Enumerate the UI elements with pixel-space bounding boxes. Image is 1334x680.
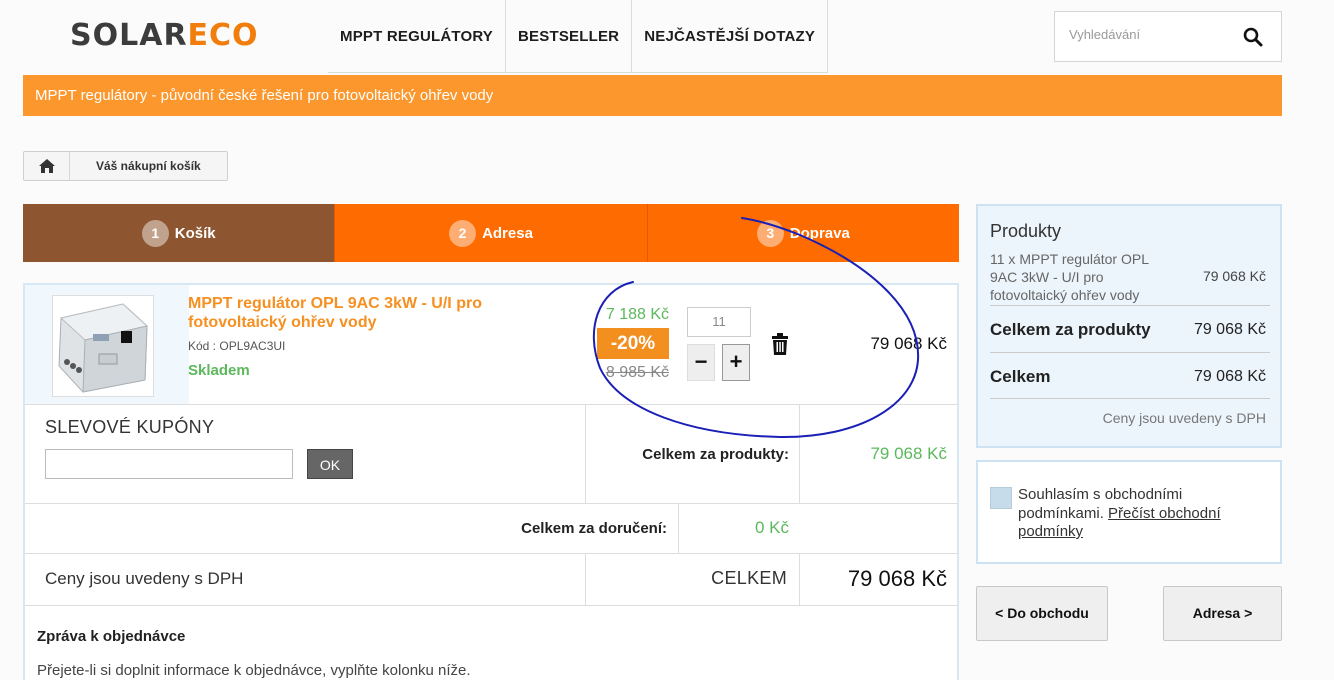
- divider: [585, 553, 586, 605]
- back-to-shop-button[interactable]: < Do obchodu: [976, 586, 1108, 641]
- cart-item-row: MPPT regulátor OPL 9AC 3kW - U/I pro fot…: [25, 285, 957, 405]
- step-number: 1: [141, 219, 169, 247]
- coupon-input[interactable]: [45, 449, 293, 479]
- step-cart[interactable]: 1 Košík: [23, 204, 336, 262]
- summary-products-value: 79 068 Kč: [1193, 321, 1266, 338]
- breadcrumb: Váš nákupní košík: [23, 151, 228, 181]
- divider: [990, 305, 1270, 306]
- search-box: [1054, 11, 1282, 62]
- home-icon: [39, 159, 55, 173]
- logo-text-left: SOLAR: [70, 18, 188, 53]
- site-logo[interactable]: SOLARECO: [70, 18, 259, 53]
- summary-total-label: Celkem: [990, 367, 1051, 386]
- promo-banner: MPPT regulátory - původní české řešení p…: [23, 75, 1282, 116]
- step-label: Doprava: [789, 224, 850, 242]
- summary-title: Produkty: [990, 221, 1062, 241]
- trash-icon[interactable]: [770, 333, 790, 355]
- delivery-total-value: 0 Kč: [754, 518, 789, 537]
- discount-badge: -20%: [597, 328, 669, 359]
- coupon-ok-button[interactable]: OK: [307, 449, 353, 479]
- grand-total-label: CELKEM: [711, 568, 787, 588]
- products-total-value: 79 068 Kč: [870, 444, 947, 463]
- terms-text: Souhlasím s obchodními podmínkami. Přečí…: [1018, 486, 1268, 542]
- divider: [990, 352, 1270, 353]
- next-address-button[interactable]: Adresa >: [1163, 586, 1282, 641]
- breadcrumb-current: Váš nákupní košík: [96, 159, 201, 173]
- original-price: 8 985 Kč: [605, 364, 669, 381]
- summary-item: 11 x MPPT regulátor OPL 9AC 3kW - U/I pr…: [990, 251, 1149, 303]
- logo-text-right: ECO: [187, 18, 259, 53]
- main-nav: MPPT REGULÁTORY BESTSELLER NEJČASTĚJŠÍ D…: [328, 0, 829, 73]
- grand-total-value: 79 068 Kč: [847, 566, 947, 591]
- step-number: 3: [756, 219, 784, 247]
- quantity-increase-button[interactable]: +: [722, 344, 750, 381]
- product-image[interactable]: [52, 295, 154, 397]
- summary-products-label: Celkem za produkty: [990, 320, 1151, 339]
- step-label: Adresa: [482, 224, 533, 242]
- search-icon[interactable]: [1243, 27, 1263, 47]
- divider: [678, 503, 679, 553]
- nav-faq[interactable]: NEJČASTĚJŠÍ DOTAZY: [632, 0, 829, 73]
- divider: [799, 405, 800, 503]
- stock-status: Skladem: [188, 362, 250, 379]
- divider: [799, 553, 800, 605]
- summary-total-value: 79 068 Kč: [1193, 368, 1266, 385]
- quantity-decrease-button[interactable]: −: [687, 344, 715, 381]
- coupon-title: SLEVOVÉ KUPÓNY: [45, 417, 215, 437]
- summary-item-price: 79 068 Kč: [1202, 268, 1266, 284]
- summary-vat-note: Ceny jsou uvedeny s DPH: [1102, 410, 1266, 426]
- product-thumbnail-graphic: [58, 303, 149, 393]
- terms-checkbox[interactable]: [990, 487, 1012, 509]
- item-total: 79 068 Kč: [870, 334, 947, 353]
- divider: [990, 398, 1270, 399]
- delivery-total-label: Celkem za doručení:: [521, 520, 667, 537]
- nav-bestseller[interactable]: BESTSELLER: [506, 0, 633, 73]
- divider: [25, 503, 957, 504]
- product-name-link[interactable]: MPPT regulátor OPL 9AC 3kW - U/I pro fot…: [188, 294, 518, 332]
- checkout-steps: 1 Košík 2 Adresa 3 Doprava: [23, 204, 959, 262]
- unit-price: 7 188 Kč: [605, 306, 669, 323]
- search-input[interactable]: [1069, 27, 1229, 42]
- step-shipping[interactable]: 3 Doprava: [647, 204, 959, 262]
- cart-table: MPPT regulátor OPL 9AC 3kW - U/I pro fot…: [23, 283, 959, 680]
- order-summary: Produkty 11 x MPPT regulátor OPL 9AC 3kW…: [976, 204, 1282, 448]
- divider: [25, 553, 957, 554]
- product-image-cell: [25, 285, 189, 404]
- step-number: 2: [449, 219, 477, 247]
- divider: [585, 405, 586, 503]
- terms-box: Souhlasím s obchodními podmínkami. Přečí…: [976, 460, 1282, 564]
- nav-mppt-regulatory[interactable]: MPPT REGULÁTORY: [328, 0, 507, 73]
- vat-note: Ceny jsou uvedeny s DPH: [45, 569, 244, 588]
- step-label: Košík: [174, 224, 216, 242]
- step-address[interactable]: 2 Adresa: [335, 204, 648, 262]
- breadcrumb-home[interactable]: [24, 152, 70, 180]
- divider: [25, 605, 957, 606]
- product-code: Kód : OPL9AC3UI: [188, 339, 286, 353]
- quantity-input[interactable]: 11: [687, 307, 751, 337]
- order-message-title: Zpráva k objednávce: [37, 628, 186, 645]
- order-message-hint: Přejete-li si doplnit informace k objedn…: [37, 662, 471, 679]
- products-total-label: Celkem za produkty:: [642, 446, 789, 463]
